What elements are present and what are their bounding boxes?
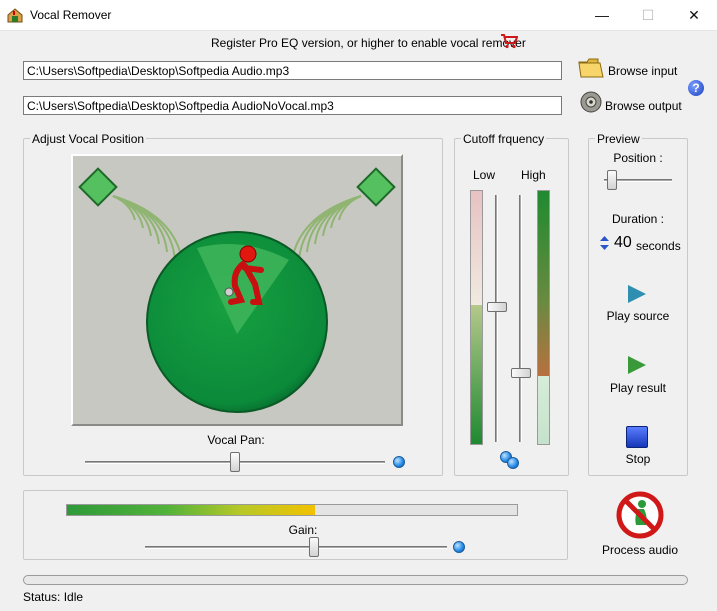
duration-value[interactable]: 40 xyxy=(614,234,632,252)
gain-level-meter xyxy=(66,504,518,516)
duration-unit: seconds xyxy=(636,239,681,253)
gain-slider-thumb[interactable] xyxy=(308,537,319,557)
stage-graphic xyxy=(78,167,396,413)
gain-level-fill xyxy=(67,505,315,515)
browse-input-button[interactable]: Browse input xyxy=(608,64,677,78)
folder-icon[interactable] xyxy=(578,57,604,79)
minimize-button[interactable]: — xyxy=(579,0,625,31)
preview-title: Preview xyxy=(595,132,642,146)
gain-reset-icon[interactable] xyxy=(453,541,465,553)
window-title: Vocal Remover xyxy=(30,8,112,22)
play-result-icon[interactable] xyxy=(628,356,646,374)
status-text: Status: Idle xyxy=(23,590,84,604)
vocal-position-title: Adjust Vocal Position xyxy=(30,132,147,146)
cart-icon[interactable] xyxy=(500,33,518,49)
close-button[interactable]: ✕ xyxy=(671,0,717,31)
maximize-button[interactable]: ☐ xyxy=(625,0,671,31)
low-cutoff-slider-thumb[interactable] xyxy=(487,301,507,312)
duration-spinner-icon[interactable] xyxy=(600,236,609,250)
cutoff-low-label: Low xyxy=(473,168,496,182)
cutoff-link-icon-b[interactable] xyxy=(507,457,519,469)
cutoff-title: Cutoff frquency xyxy=(461,132,547,146)
gain-label: Gain: xyxy=(288,523,318,537)
title-bar: Vocal Remover — ☐ ✕ xyxy=(0,0,717,31)
play-source-button[interactable]: Play source xyxy=(589,309,687,323)
position-label: Position : xyxy=(613,151,663,165)
progress-bar xyxy=(23,575,688,585)
low-level-meter xyxy=(470,190,483,445)
input-path-field[interactable] xyxy=(23,61,562,80)
vocal-pan-reset-icon[interactable] xyxy=(393,456,405,468)
no-vocal-icon[interactable] xyxy=(616,491,664,539)
position-slider-thumb[interactable] xyxy=(606,170,617,190)
high-cutoff-slider-thumb[interactable] xyxy=(511,368,531,378)
gain-track[interactable] xyxy=(145,546,447,549)
vocal-stage[interactable] xyxy=(71,154,403,426)
cutoff-high-label: High xyxy=(521,168,546,182)
play-source-icon[interactable] xyxy=(628,285,646,303)
vocal-pan-slider-thumb[interactable] xyxy=(230,452,240,472)
speaker-icon[interactable] xyxy=(578,90,604,114)
vocal-pan-label: Vocal Pan: xyxy=(207,433,265,447)
stop-button[interactable]: Stop xyxy=(589,452,687,466)
output-path-field[interactable] xyxy=(23,96,562,115)
stop-icon[interactable] xyxy=(626,426,648,448)
play-result-button[interactable]: Play result xyxy=(589,381,687,395)
help-icon[interactable]: ? xyxy=(688,80,704,96)
duration-label: Duration : xyxy=(611,212,665,226)
high-cutoff-track[interactable] xyxy=(519,195,522,442)
app-icon xyxy=(7,8,23,23)
process-audio-button[interactable]: Process audio xyxy=(596,543,684,557)
high-level-meter xyxy=(537,190,550,445)
register-notice: Register Pro EQ version, or higher to en… xyxy=(211,36,526,50)
browse-output-button[interactable]: Browse output xyxy=(605,99,682,113)
low-cutoff-track[interactable] xyxy=(495,195,498,442)
